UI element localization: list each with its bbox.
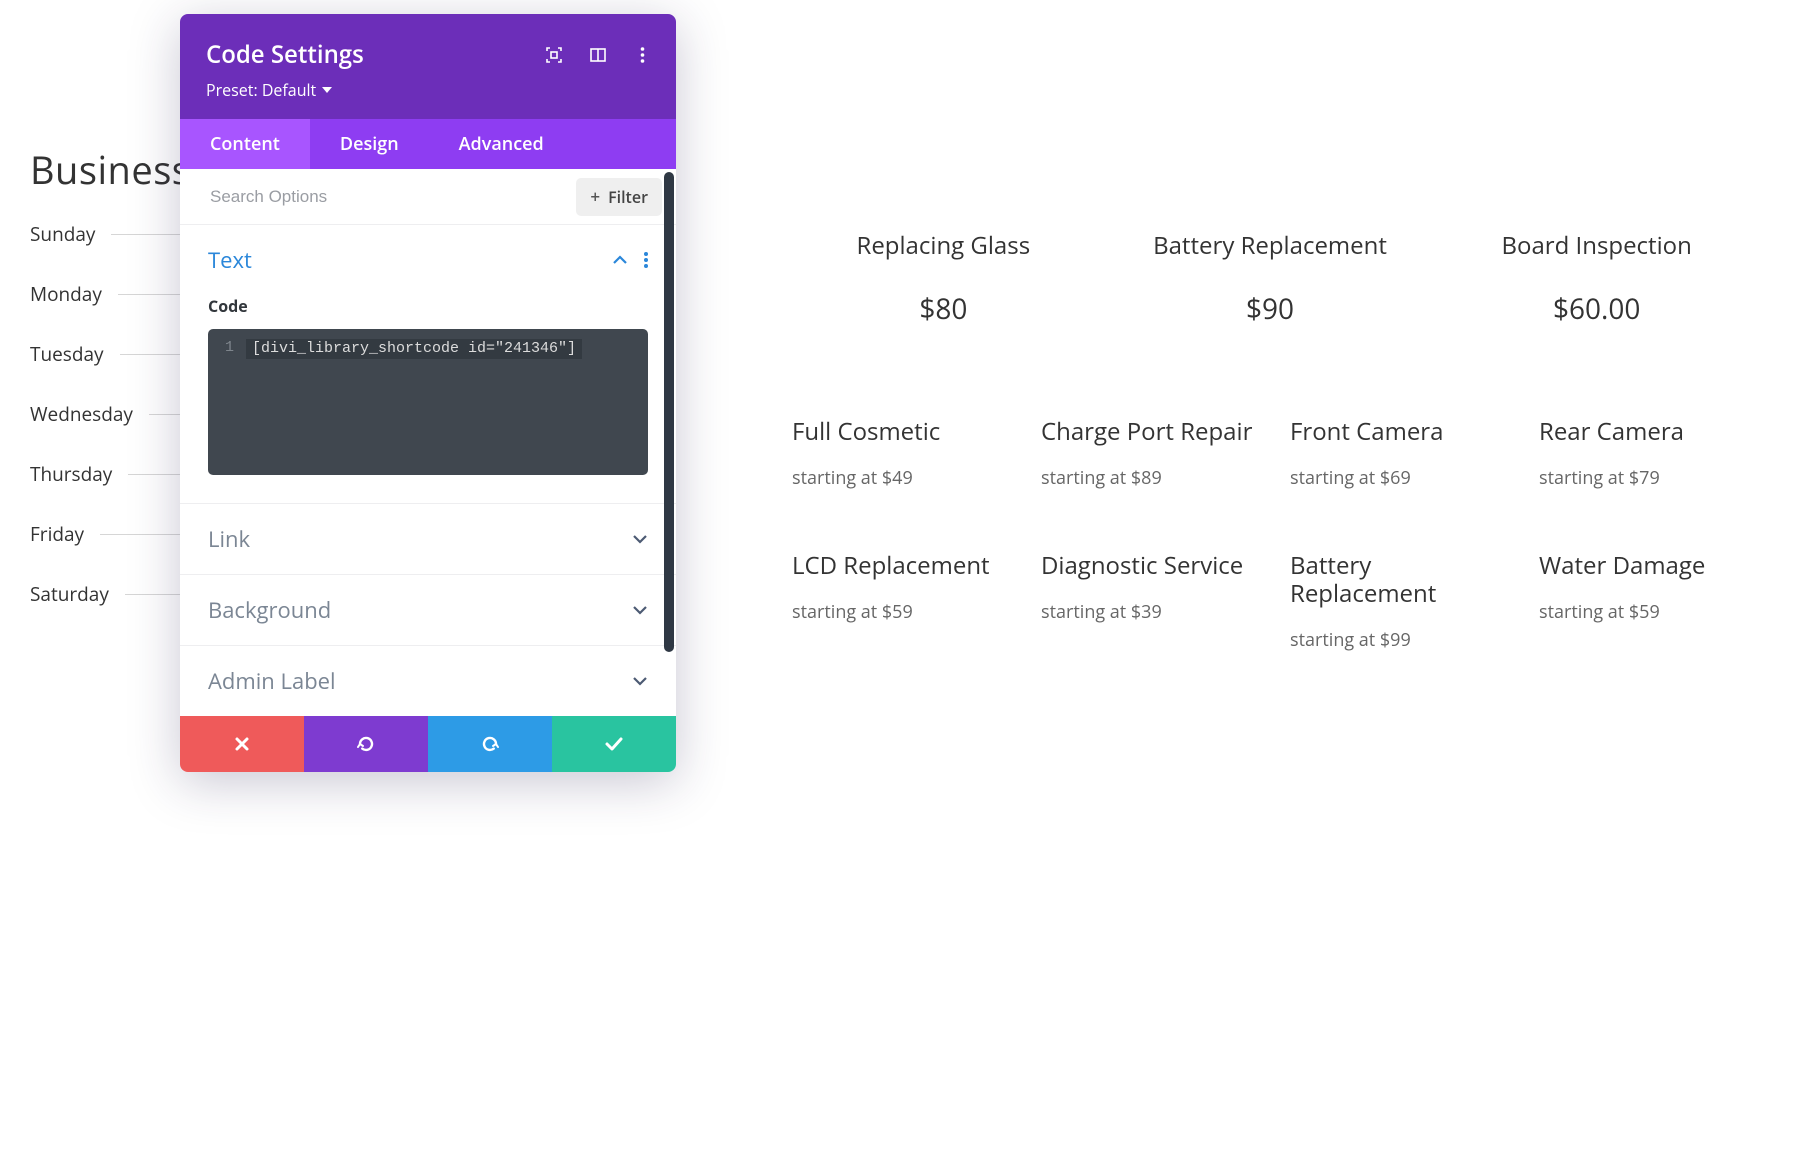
service-card: Front Camera starting at $69 xyxy=(1290,418,1511,492)
save-button[interactable] xyxy=(552,716,676,772)
section-link: Link xyxy=(180,504,676,575)
code-content[interactable]: [divi_library_shortcode id="241346"] xyxy=(246,339,582,359)
service-title: Board Inspection xyxy=(1433,232,1760,260)
modal-tabs: Content Design Advanced xyxy=(180,119,676,169)
redo-icon xyxy=(480,734,500,754)
tab-advanced[interactable]: Advanced xyxy=(429,119,574,169)
day-label: Sunday xyxy=(30,221,111,247)
preset-label: Preset: Default xyxy=(206,79,316,101)
section-title: Link xyxy=(208,524,632,554)
service-price: $90 xyxy=(1107,290,1434,328)
service-title: LCD Replacement xyxy=(792,552,1013,580)
search-row: + Filter xyxy=(180,169,676,225)
service-card: Rear Camera starting at $79 xyxy=(1539,418,1760,492)
section-admin-label: Admin Label xyxy=(180,646,676,716)
service-starting-price: starting at $69 xyxy=(1290,464,1511,493)
close-icon xyxy=(233,735,251,753)
service-price: $60.00 xyxy=(1433,290,1760,328)
service-card: Water Damage starting at $59 xyxy=(1539,552,1760,654)
day-label: Wednesday xyxy=(30,401,149,427)
expand-icon[interactable] xyxy=(546,47,562,63)
modal-header[interactable]: Code Settings xyxy=(180,14,676,119)
modal-scrollbar[interactable] xyxy=(664,172,674,652)
section-text-body: Code 1 [divi_library_shortcode id="24134… xyxy=(180,295,676,503)
section-background: Background xyxy=(180,575,676,646)
columns-icon[interactable] xyxy=(590,47,606,63)
day-label: Tuesday xyxy=(30,341,120,367)
service-card: Battery Replacement starting at $99 xyxy=(1290,552,1511,654)
gutter-line-number: 1 xyxy=(220,339,234,465)
service-title: Diagnostic Service xyxy=(1041,552,1262,580)
service-title: Full Cosmetic xyxy=(792,418,1013,446)
tab-design[interactable]: Design xyxy=(310,119,429,169)
section-link-header[interactable]: Link xyxy=(180,504,676,574)
modal-header-actions xyxy=(546,47,650,63)
section-options-icon[interactable] xyxy=(644,252,648,268)
service-starting-price: starting at $39 xyxy=(1041,598,1262,627)
service-title: Replacing Glass xyxy=(780,232,1107,260)
kebab-menu-icon[interactable] xyxy=(634,47,650,63)
service-card: Board Inspection $60.00 xyxy=(1433,232,1760,328)
service-title: Front Camera xyxy=(1290,418,1511,446)
service-title: Battery Replacement xyxy=(1290,552,1511,607)
chevron-up-icon xyxy=(612,255,628,265)
section-title: Background xyxy=(208,595,632,625)
modal-title: Code Settings xyxy=(206,38,364,71)
service-starting-price: starting at $59 xyxy=(792,598,1013,627)
code-field-label: Code xyxy=(208,295,648,317)
code-settings-modal[interactable]: Code Settings xyxy=(180,14,676,772)
plus-icon: + xyxy=(590,188,600,205)
day-label: Thursday xyxy=(30,461,128,487)
day-label: Saturday xyxy=(30,581,125,607)
section-admin-label-header[interactable]: Admin Label xyxy=(180,646,676,716)
section-title: Text xyxy=(208,245,612,275)
redo-button[interactable] xyxy=(428,716,552,772)
modal-body: Text Code 1 [divi_library_shortcode id="… xyxy=(180,225,676,716)
service-price: $80 xyxy=(780,290,1107,328)
chevron-down-icon xyxy=(632,605,648,615)
tab-content[interactable]: Content xyxy=(180,119,310,169)
service-card: Charge Port Repair starting at $89 xyxy=(1041,418,1262,492)
undo-icon xyxy=(356,734,376,754)
cancel-button[interactable] xyxy=(180,716,304,772)
services-grid: Full Cosmetic starting at $49 Charge Por… xyxy=(792,418,1760,654)
section-text: Text Code 1 [divi_library_shortcode id="… xyxy=(180,225,676,504)
service-card: Replacing Glass $80 xyxy=(780,232,1107,328)
section-text-header[interactable]: Text xyxy=(180,225,676,295)
chevron-down-icon xyxy=(632,676,648,686)
filter-button[interactable]: + Filter xyxy=(576,178,662,216)
services-top-row: Replacing Glass $80 Battery Replacement … xyxy=(780,232,1760,328)
section-title: Admin Label xyxy=(208,666,632,696)
service-starting-price: starting at $89 xyxy=(1041,464,1262,493)
service-starting-price: starting at $79 xyxy=(1539,464,1760,493)
undo-button[interactable] xyxy=(304,716,428,772)
chevron-down-icon xyxy=(632,534,648,544)
service-title: Charge Port Repair xyxy=(1041,418,1262,446)
day-label: Monday xyxy=(30,281,118,307)
service-card: Diagnostic Service starting at $39 xyxy=(1041,552,1262,654)
service-title: Battery Replacement xyxy=(1107,232,1434,260)
service-starting-price: starting at $59 xyxy=(1539,598,1760,627)
search-input[interactable] xyxy=(210,187,576,207)
service-starting-price: starting at $49 xyxy=(792,464,1013,493)
filter-label: Filter xyxy=(608,186,648,208)
service-title: Water Damage xyxy=(1539,552,1760,580)
check-icon xyxy=(604,736,624,752)
day-label: Friday xyxy=(30,521,100,547)
code-editor[interactable]: 1 [divi_library_shortcode id="241346"] xyxy=(208,329,648,475)
caret-down-icon xyxy=(322,87,332,93)
preset-selector[interactable]: Preset: Default xyxy=(206,79,650,119)
service-card: Battery Replacement $90 xyxy=(1107,232,1434,328)
section-background-header[interactable]: Background xyxy=(180,575,676,645)
service-card: LCD Replacement starting at $59 xyxy=(792,552,1013,654)
service-title: Rear Camera xyxy=(1539,418,1760,446)
service-card: Full Cosmetic starting at $49 xyxy=(792,418,1013,492)
service-starting-price: starting at $99 xyxy=(1290,626,1511,655)
modal-footer xyxy=(180,716,676,772)
